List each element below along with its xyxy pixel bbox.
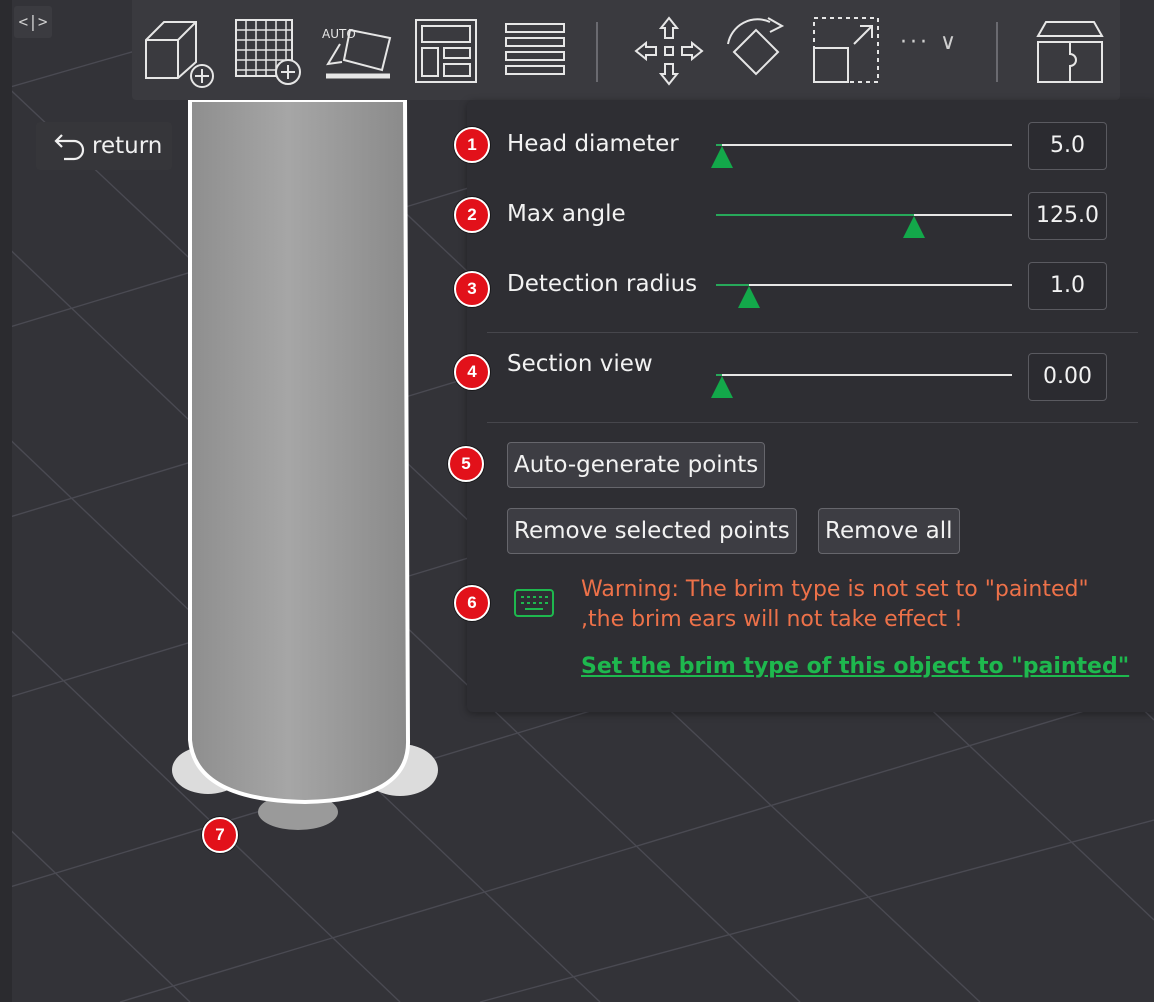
arrange-icon[interactable] <box>410 14 484 88</box>
head-diameter-label: Head diameter <box>507 131 679 157</box>
layers-icon[interactable] <box>500 14 574 88</box>
move-icon[interactable] <box>632 14 706 88</box>
warning-line-2: ,the brim ears will not take effect ! <box>581 607 963 632</box>
divider <box>487 422 1138 423</box>
detection-radius-label: Detection radius <box>507 271 698 297</box>
more-icon[interactable]: ··· ∨ <box>900 30 959 55</box>
slider-thumb[interactable] <box>738 286 760 308</box>
toolbar: AUTO ··· ∨ <box>132 0 1120 100</box>
annotation-badge-1: 1 <box>454 127 490 163</box>
left-edge <box>0 0 12 1002</box>
code-brackets-icon: <|> <box>18 12 48 31</box>
remove-all-button[interactable]: Remove all <box>818 508 960 554</box>
divider <box>487 332 1138 333</box>
detection-radius-slider[interactable] <box>716 270 1012 308</box>
slider-thumb[interactable] <box>711 146 733 168</box>
set-brim-painted-link[interactable]: Set the brim type of this object to "pai… <box>581 654 1129 679</box>
annotation-badge-3: 3 <box>454 271 490 307</box>
detection-radius-input[interactable]: 1.0 <box>1028 262 1107 310</box>
max-angle-label: Max angle <box>507 201 626 227</box>
head-diameter-slider[interactable] <box>711 130 1012 168</box>
section-view-input[interactable]: 0.00 <box>1028 353 1107 401</box>
max-angle-input[interactable]: 125.0 <box>1028 192 1107 240</box>
keyboard-icon <box>514 589 554 617</box>
add-grid-icon[interactable] <box>230 14 304 88</box>
annotation-badge-5: 5 <box>448 446 484 482</box>
undo-icon <box>54 134 85 161</box>
auto-generate-points-button[interactable]: Auto-generate points <box>507 442 766 488</box>
brim-warning: Warning: The brim type is not set to "pa… <box>581 575 1141 635</box>
remove-selected-points-button[interactable]: Remove selected points <box>507 508 797 554</box>
section-view-label: Section view <box>507 351 653 377</box>
max-angle-slider[interactable] <box>716 200 1012 238</box>
auto-text: AUTO <box>322 27 356 41</box>
warning-line-1: Warning: The brim type is not set to "pa… <box>581 577 1089 602</box>
toolbar-separator <box>596 22 598 82</box>
cylinder-object[interactable] <box>188 98 411 805</box>
annotation-badge-6: 6 <box>454 585 490 621</box>
split-object-icon[interactable] <box>1032 14 1106 88</box>
toolbar-separator <box>996 22 998 82</box>
annotation-badge-7: 7 <box>202 817 238 853</box>
annotation-badge-4: 4 <box>454 354 490 390</box>
rotate-icon[interactable] <box>720 14 794 88</box>
annotation-badge-2: 2 <box>454 197 490 233</box>
head-diameter-input[interactable]: 5.0 <box>1028 122 1107 170</box>
add-cube-icon[interactable] <box>140 14 214 88</box>
return-label: return <box>92 133 163 159</box>
slider-thumb[interactable] <box>903 216 925 238</box>
brim-ears-panel: Head diameter 5.0 Max angle 125.0 Detect… <box>467 100 1154 712</box>
return-button[interactable]: return <box>36 122 172 170</box>
collapse-sidebar-button[interactable]: <|> <box>14 6 52 38</box>
auto-orient-icon[interactable]: AUTO <box>320 14 394 88</box>
scale-icon[interactable] <box>810 14 884 88</box>
section-view-slider[interactable] <box>711 360 1012 398</box>
slider-thumb[interactable] <box>711 376 733 398</box>
